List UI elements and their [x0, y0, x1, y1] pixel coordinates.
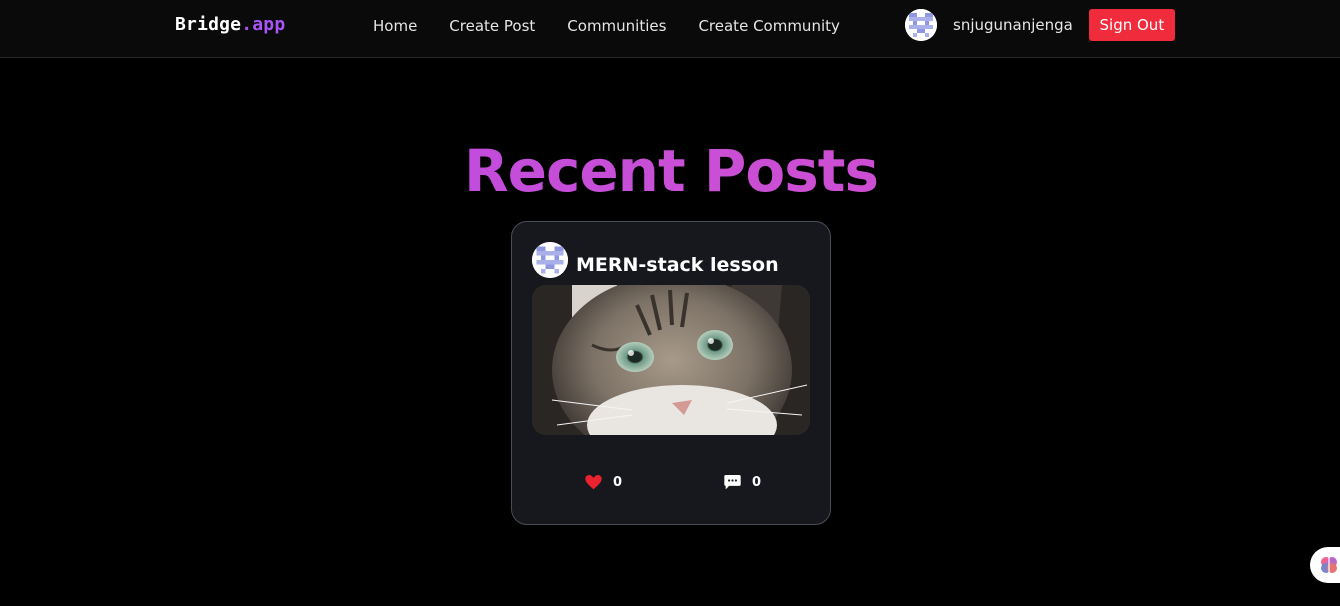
nav-links: Home Create Post Communities Create Comm… [373, 16, 840, 36]
comment-button[interactable]: 0 [724, 475, 761, 490]
heart-icon [585, 475, 602, 490]
top-navbar: Bridge.app Home Create Post Communities … [0, 0, 1340, 58]
pixel-avatar-icon [532, 242, 568, 278]
comment-icon [724, 475, 741, 490]
nav-link-create-post[interactable]: Create Post [449, 16, 535, 36]
pixel-avatar-icon [905, 9, 937, 41]
nav-link-communities[interactable]: Communities [567, 16, 666, 36]
brand-logo[interactable]: Bridge.app [175, 14, 285, 36]
nav-link-create-community[interactable]: Create Community [698, 16, 839, 36]
comment-count: 0 [752, 475, 762, 490]
cat-photo [532, 285, 810, 435]
page-title: Recent Posts [0, 136, 1340, 206]
sign-out-button[interactable]: Sign Out [1088, 9, 1175, 41]
user-avatar[interactable] [905, 9, 937, 41]
nav-link-home[interactable]: Home [373, 16, 417, 36]
post-card[interactable]: MERN-stack lesson 0 0 [511, 221, 831, 525]
like-count: 0 [613, 475, 623, 490]
user-area: snjugunanjenga Sign Out [905, 9, 1175, 41]
post-image[interactable] [532, 285, 810, 435]
brand-suffix: .app [241, 14, 286, 35]
brain-icon [1321, 557, 1337, 573]
post-title[interactable]: MERN-stack lesson [576, 254, 779, 276]
post-header: MERN-stack lesson [532, 242, 779, 278]
post-author-avatar[interactable] [532, 242, 568, 278]
username[interactable]: snjugunanjenga [953, 16, 1073, 34]
like-button[interactable]: 0 [585, 475, 622, 490]
post-actions: 0 0 [512, 475, 830, 495]
extension-float-button[interactable] [1310, 547, 1340, 583]
brand-name: Bridge [175, 14, 242, 35]
